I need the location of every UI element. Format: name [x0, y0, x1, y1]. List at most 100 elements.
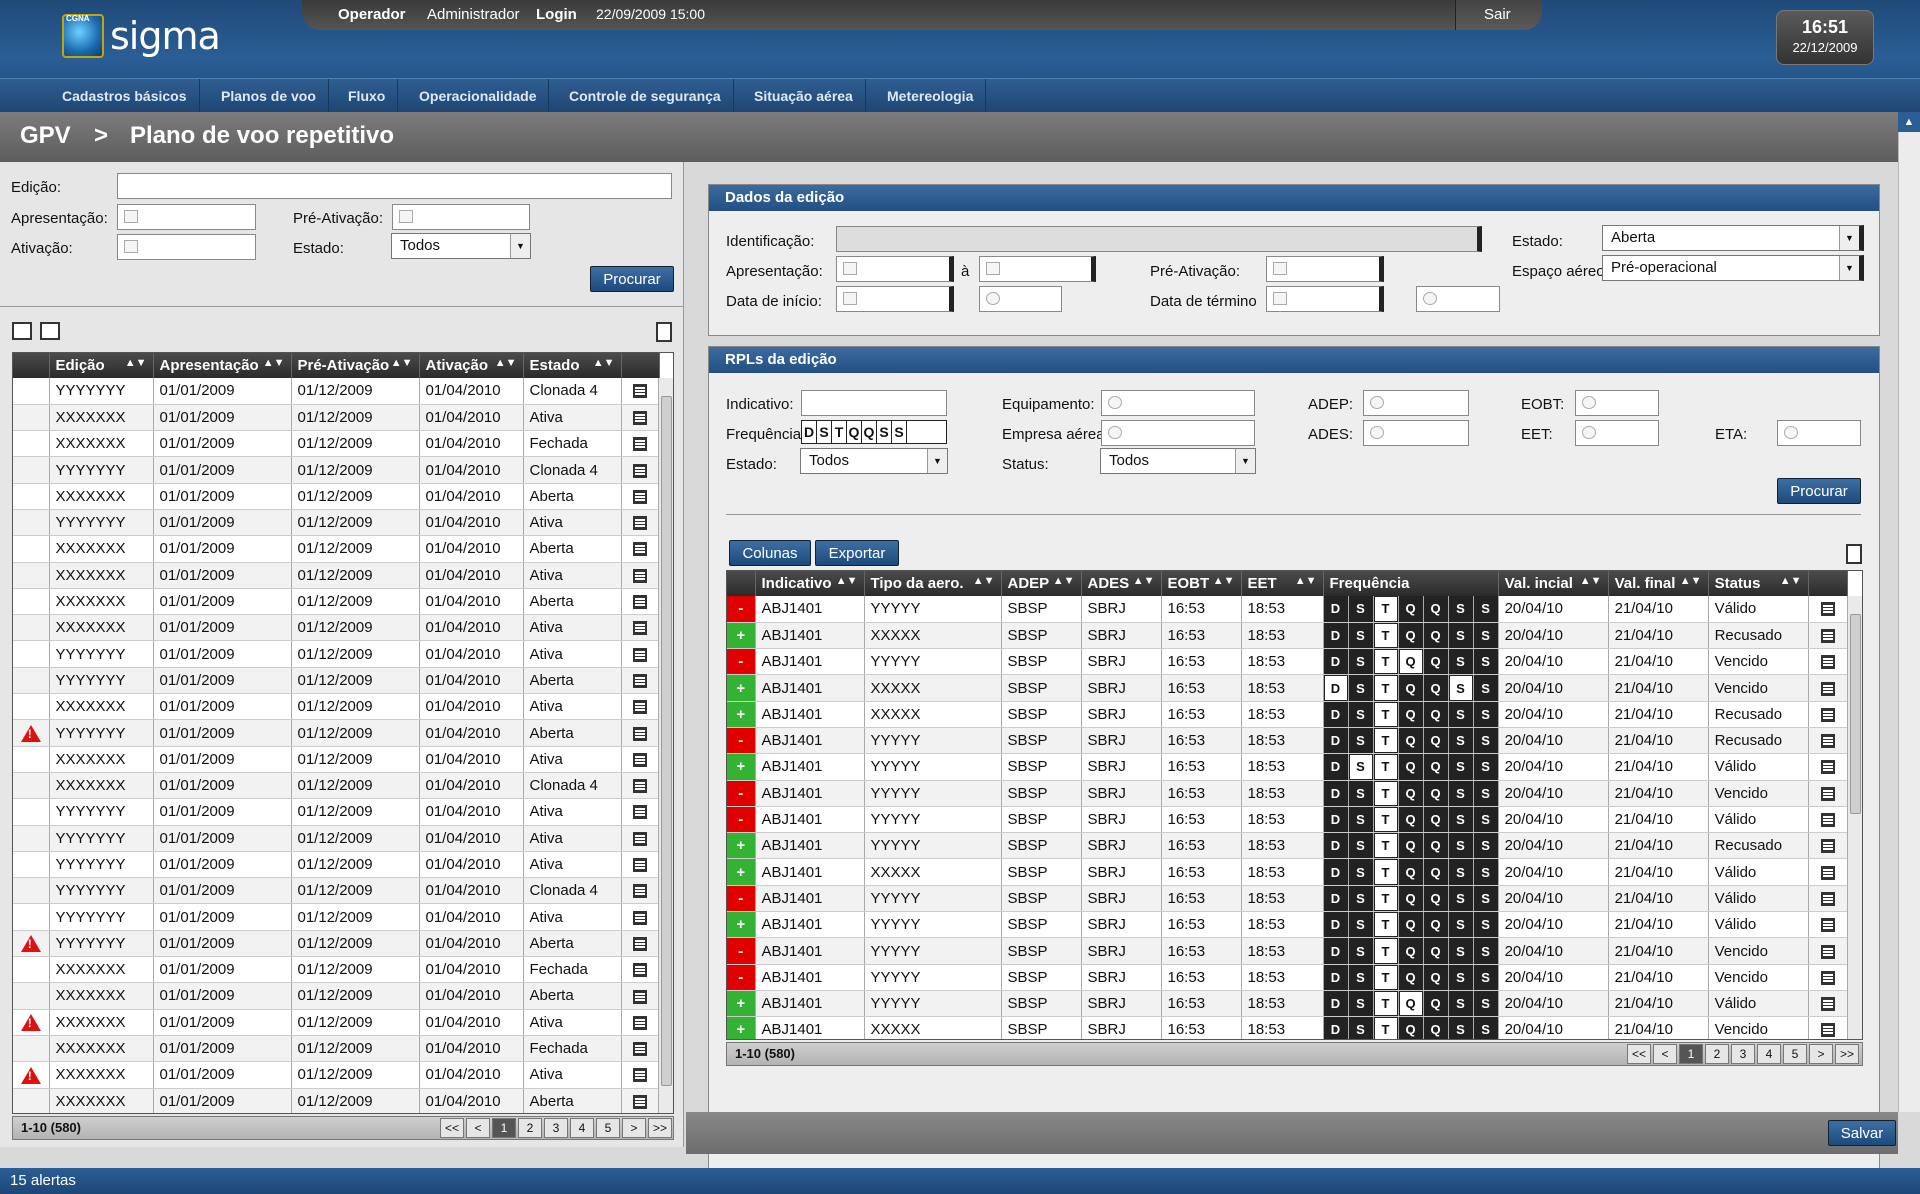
table-row[interactable]: XXXXXXX01/01/200901/12/200901/04/2010Ati…	[13, 614, 660, 642]
pager-page-5[interactable]: 5	[596, 1118, 620, 1138]
table-row[interactable]: XXXXXXX 01/01/2009 01/12/2009 01/04/2010 Abe…	[13, 982, 660, 1010]
cell-marker[interactable]: +	[727, 674, 756, 702]
pager-first[interactable]: <<	[440, 1118, 464, 1138]
details-icon[interactable]	[633, 410, 647, 425]
calendar-icon[interactable]	[843, 292, 857, 305]
page-scrollbar[interactable]	[1898, 132, 1920, 1112]
hora-termino-input[interactable]	[1416, 286, 1500, 312]
details-icon[interactable]	[633, 963, 647, 978]
cell-marker[interactable]: -	[727, 885, 756, 913]
calendar-icon[interactable]	[124, 240, 138, 253]
frequency-day-toggle[interactable]: S	[817, 421, 832, 443]
colunas-button[interactable]: Colunas	[729, 540, 811, 566]
cell-marker[interactable]: +	[727, 701, 756, 728]
pager-prev[interactable]: <	[466, 1118, 490, 1138]
pager-first[interactable]: <<	[1627, 1044, 1651, 1064]
table-row[interactable]: - ABJ1401 YYYYY SBSP SBRJ 16:53 18:53 D S T Q Q S S 20…	[727, 727, 1848, 755]
cell-marker[interactable]: +	[727, 1016, 756, 1039]
nav-metereologia[interactable]: Metereologia	[875, 79, 987, 113]
data-termino-input[interactable]	[1266, 286, 1384, 312]
table-row[interactable]: XXXXXXX 01/01/2009 01/12/2009 01/04/2010 Clo…	[13, 772, 660, 800]
table-row[interactable]: YYYYYYY 01/01/2009 01/12/2009 01/04/2010 Ati…	[13, 509, 660, 537]
table-row[interactable]: YYYYYYY01/01/200901/12/200901/04/2010Abe…	[13, 719, 660, 747]
cell-marker[interactable]: +	[727, 753, 756, 781]
details-icon[interactable]	[633, 858, 647, 873]
cell-marker[interactable]: -	[727, 964, 756, 991]
ades-input[interactable]	[1363, 420, 1469, 446]
table-row[interactable]: XXXXXXX01/01/200901/12/200901/04/2010Ati…	[13, 562, 660, 589]
table-row[interactable]: + ABJ1401 YYYYY SBSP SBRJ 16:53 18:53 D S T Q Q S S 20…	[727, 911, 1848, 939]
table-row[interactable]: YYYYYYY 01/01/2009 01/12/2009 01/04/2010 Ati…	[13, 825, 660, 852]
col-indicativo[interactable]: Indicativo ▲▼	[755, 571, 865, 596]
details-icon[interactable]	[633, 384, 647, 399]
indicativo-input[interactable]	[801, 390, 947, 416]
cell-marker[interactable]: +	[727, 832, 756, 860]
details-icon[interactable]	[1820, 839, 1835, 854]
pager-last[interactable]: >>	[648, 1118, 672, 1138]
table-row[interactable]: YYYYYYY 01/01/2009 01/12/2009 01/04/2010 Ati…	[13, 903, 660, 931]
details-icon[interactable]	[633, 463, 647, 478]
calendar-icon[interactable]	[843, 262, 857, 275]
details-icon[interactable]	[1820, 760, 1835, 775]
cell-marker[interactable]: -	[727, 937, 756, 965]
details-icon[interactable]	[633, 489, 647, 504]
col-val-inicial[interactable]: Val. incial ▲▼	[1498, 571, 1609, 596]
table-row[interactable]: - ABJ1401 YYYYY SBSP SBRJ 16:53 18:53 D S T Q Q S S 20…	[727, 596, 1848, 623]
details-icon[interactable]	[633, 910, 647, 925]
table-row[interactable]: YYYYYYY01/01/200901/12/200901/04/2010Abe…	[13, 930, 660, 958]
clock-icon[interactable]	[1582, 396, 1596, 409]
col-eet[interactable]: EET ▲▼	[1241, 571, 1324, 596]
table-row[interactable]: - ABJ1401 YYYYY SBSP SBRJ 16:53 18:53 D S T Q Q S S 20…	[727, 780, 1848, 807]
col-edicao[interactable]: Edição ▲▼	[49, 353, 154, 378]
pager-page-4[interactable]: 4	[1757, 1044, 1781, 1064]
cell-marker[interactable]: -	[727, 727, 756, 755]
calendar-icon[interactable]	[1273, 262, 1287, 275]
details-icon[interactable]	[633, 752, 647, 767]
table-row[interactable]: - ABJ1401 YYYYY SBSP SBRJ 16:53 18:53 D S T Q Q S S 20…	[727, 885, 1848, 913]
table-row[interactable]: + ABJ1401 XXXXX SBSP SBRJ 16:53 18:53 D S T Q Q S S 20…	[727, 858, 1848, 886]
table-row[interactable]: + ABJ1401 YYYYY SBSP SBRJ 16:53 18:53 D S T Q Q S S 20…	[727, 990, 1848, 1018]
col-status[interactable]: Status ▲▼	[1708, 571, 1809, 596]
details-icon[interactable]	[633, 1042, 647, 1057]
details-icon[interactable]	[633, 805, 647, 820]
apresentacao-input[interactable]	[117, 204, 256, 230]
table-row[interactable]: YYYYYYY 01/01/2009 01/12/2009 01/04/2010 Ati…	[13, 798, 660, 826]
estado-rpl-select[interactable]: Todos ▼	[800, 448, 948, 474]
details-icon[interactable]	[1820, 918, 1835, 933]
edit-icon[interactable]	[40, 322, 60, 340]
espaco-aereo-select[interactable]: Pré-operacional ▼	[1602, 255, 1864, 281]
table-row[interactable]: YYYYYYY 01/01/2009 01/12/2009 01/04/2010 Clo…	[13, 378, 660, 405]
calendar-icon[interactable]	[986, 262, 1000, 275]
table-row[interactable]: YYYYYYY01/01/200901/12/200901/04/2010Abe…	[13, 667, 660, 695]
table-row[interactable]: XXXXXXX01/01/200901/12/200901/04/2010Ati…	[13, 1061, 660, 1089]
table-row[interactable]: XXXXXXX 01/01/2009 01/12/2009 01/04/2010 Abe…	[13, 483, 660, 510]
pager-page-2[interactable]: 2	[518, 1118, 542, 1138]
data-inicio-input[interactable]	[836, 286, 954, 312]
table-row[interactable]: XXXXXXX 01/01/2009 01/12/2009 01/04/2010 Abe…	[13, 1088, 660, 1113]
details-icon[interactable]	[633, 831, 647, 846]
nav-fluxo[interactable]: Fluxo	[336, 79, 399, 113]
table-settings-icon[interactable]	[12, 322, 32, 340]
pager-page-1[interactable]: 1	[492, 1118, 516, 1138]
col-adep[interactable]: ADEP ▲▼	[1001, 571, 1082, 596]
save-button[interactable]: Salvar	[1828, 1120, 1896, 1146]
pager-page-1[interactable]: 1	[1679, 1044, 1703, 1064]
calendar-icon[interactable]	[124, 210, 138, 223]
table-row[interactable]: XXXXXXX 01/01/2009 01/12/2009 01/04/2010 Fec…	[13, 1035, 660, 1063]
new-document-icon[interactable]	[1846, 544, 1862, 564]
empresa-input[interactable]	[1101, 420, 1255, 446]
details-icon[interactable]	[633, 673, 647, 688]
pre-ativacao-input[interactable]	[392, 204, 530, 230]
eobt-input[interactable]	[1575, 390, 1659, 416]
cell-marker[interactable]: +	[727, 990, 756, 1018]
details-icon[interactable]	[1820, 1023, 1835, 1038]
pager-page-4[interactable]: 4	[570, 1118, 594, 1138]
table-row[interactable]: - ABJ1401 YYYYY SBSP SBRJ 16:53 18:53 D S T Q Q S S 20…	[727, 648, 1848, 676]
pager-next[interactable]: >	[622, 1118, 646, 1138]
hora-inicio-input[interactable]	[979, 286, 1062, 312]
breadcrumb-root[interactable]: GPV	[20, 122, 71, 150]
details-icon[interactable]	[633, 884, 647, 899]
table-row[interactable]: XXXXXXX 01/01/2009 01/12/2009 01/04/2010 Abe…	[13, 535, 660, 563]
frequency-day-toggle[interactable]: Q	[847, 421, 862, 443]
frequency-day-toggle[interactable]: S	[877, 421, 892, 443]
